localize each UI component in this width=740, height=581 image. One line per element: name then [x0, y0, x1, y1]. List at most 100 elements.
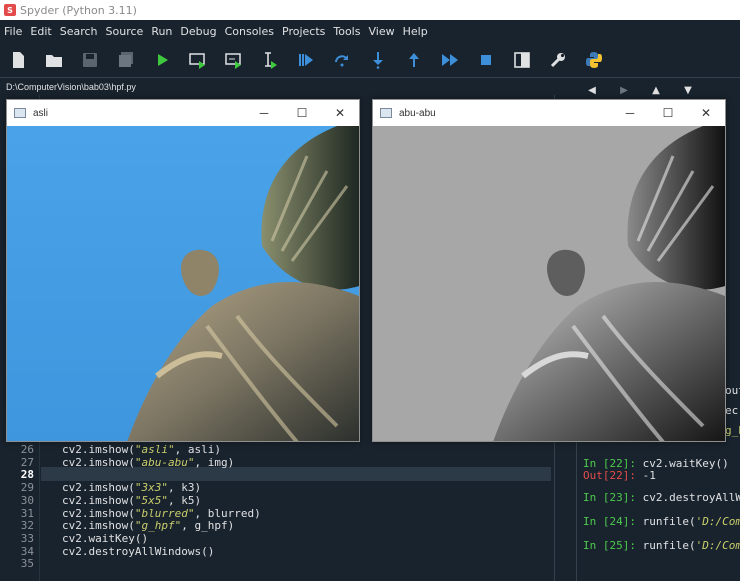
code-line[interactable]: cv2.imshow("asli", asli) [62, 443, 221, 456]
run-cell-icon[interactable] [180, 42, 216, 78]
forward-arrow-icon[interactable]: ▶ [608, 85, 640, 96]
maximize-icon[interactable]: ☐ [283, 100, 321, 126]
console-code: runfile( [635, 539, 696, 552]
line-number: 35 [20, 557, 34, 571]
python-icon[interactable] [576, 42, 612, 78]
continue-icon[interactable] [432, 42, 468, 78]
console-toolbar: ◀ ▶ ▲ ▼ [576, 79, 740, 101]
line-number: 32 [20, 519, 34, 533]
input-prompt: In [24]: [583, 515, 636, 528]
input-prompt: In [23]: [583, 491, 636, 504]
console-code: cv2.destroyAllWind [642, 491, 740, 504]
line-number: 26 [20, 443, 34, 456]
code-token: , k5) [167, 493, 202, 507]
line-number: 34 [20, 544, 34, 558]
window-icon [14, 108, 26, 118]
close-icon[interactable]: ✕ [321, 100, 359, 126]
menu-help[interactable]: Help [399, 25, 432, 38]
line-number: 33 [20, 531, 34, 545]
menu-file[interactable]: File [0, 25, 26, 38]
run-icon[interactable] [144, 42, 180, 78]
image-window-title: abu-abu [399, 107, 436, 119]
code-line[interactable]: cv2.imshow("blurred", blurred) [62, 507, 261, 520]
menu-debug[interactable]: Debug [176, 25, 220, 38]
code-line[interactable]: cv2.imshow("g_hpf", g_hpf) [62, 519, 234, 532]
window-title-bar: S Spyder (Python 3.11) [0, 0, 740, 20]
line-number: 29 [20, 481, 34, 495]
string-literal: "abu-abu" [134, 455, 195, 469]
string-literal: "asli" [134, 443, 175, 456]
save-icon[interactable] [72, 42, 108, 78]
code-line[interactable]: cv2.waitKey() [62, 532, 148, 545]
image-display-color [7, 126, 359, 441]
back-arrow-icon[interactable]: ◀ [576, 85, 608, 96]
code-token: cv2.imshow( [62, 481, 135, 495]
step-return-icon[interactable] [396, 42, 432, 78]
console-path-string: 'D:/Comput [695, 515, 740, 528]
code-token: cv2.imshow( [62, 506, 135, 520]
console-partial-text: outp [725, 384, 740, 397]
console-input-line: In [24]: runfile('D:/Comput [583, 515, 740, 528]
image-display-gray [373, 126, 725, 441]
console-partial-text: ecre [725, 404, 740, 417]
code-line[interactable]: cv2.imshow("3x3", k3) [62, 481, 201, 494]
code-token: , g_hpf) [181, 519, 235, 533]
code-token: , asli) [174, 443, 221, 456]
console-input-line: In [23]: cv2.destroyAllWind [583, 491, 740, 504]
menu-projects[interactable]: Projects [278, 25, 329, 38]
string-literal: "blurred" [134, 506, 195, 520]
menu-bar: File Edit Search Source Run Debug Consoles Proj… [0, 20, 740, 42]
maximize-pane-icon[interactable] [504, 42, 540, 78]
code-line[interactable]: cv2.destroyAllWindows() [62, 545, 214, 558]
maximize-icon[interactable]: ☐ [649, 100, 687, 126]
line-number: 31 [20, 506, 34, 520]
code-token: , blurred) [194, 506, 261, 520]
step-icon[interactable] [324, 42, 360, 78]
console-input-line: In [25]: runfile('D:/Comput [583, 539, 740, 552]
debug-cell-icon[interactable] [288, 42, 324, 78]
menu-view[interactable]: View [364, 25, 398, 38]
code-token: , k3) [167, 481, 202, 495]
image-window-abu-abu[interactable]: abu-abu ─ ☐ ✕ [372, 99, 726, 442]
image-window-title-bar[interactable]: asli ─ ☐ ✕ [7, 100, 359, 126]
window-icon [380, 108, 392, 118]
open-folder-icon[interactable] [36, 42, 72, 78]
code-token: , img) [194, 455, 235, 469]
run-selection-icon[interactable] [252, 42, 288, 78]
run-cell-advance-icon[interactable] [216, 42, 252, 78]
wrench-icon[interactable] [540, 42, 576, 78]
line-number: 30 [20, 493, 34, 507]
string-literal: "5x5" [134, 493, 168, 507]
menu-search[interactable]: Search [56, 25, 102, 38]
up-arrow-icon[interactable]: ▲ [640, 85, 672, 96]
spyder-app-icon: S [4, 4, 16, 16]
new-file-icon[interactable] [0, 42, 36, 78]
minimize-icon[interactable]: ─ [611, 100, 649, 126]
menu-consoles[interactable]: Consoles [221, 25, 278, 38]
menu-edit[interactable]: Edit [26, 25, 55, 38]
menu-run[interactable]: Run [147, 25, 176, 38]
code-token: cv2.imshow( [62, 493, 135, 507]
stop-icon[interactable] [468, 42, 504, 78]
console-code: runfile( [635, 515, 696, 528]
menu-source[interactable]: Source [102, 25, 148, 38]
save-all-icon[interactable] [108, 42, 144, 78]
console-code: -1 [635, 469, 656, 482]
window-title: Spyder (Python 3.11) [20, 3, 137, 17]
image-window-asli[interactable]: asli ─ ☐ ✕ [6, 99, 360, 442]
image-window-title-bar[interactable]: abu-abu ─ ☐ ✕ [373, 100, 725, 126]
step-into-icon[interactable] [360, 42, 396, 78]
string-literal: "g_hpf" [134, 519, 182, 533]
minimize-icon[interactable]: ─ [245, 100, 283, 126]
code-token: cv2.imshow( [62, 519, 135, 533]
line-number: 27 [20, 455, 34, 469]
code-line[interactable]: cv2.imshow("5x5", k5) [62, 494, 201, 507]
string-literal: "3x3" [134, 481, 168, 495]
code-line[interactable]: cv2.imshow("abu-abu", img) [62, 456, 234, 469]
close-icon[interactable]: ✕ [687, 100, 725, 126]
filter-icon[interactable]: ▼ [672, 85, 704, 96]
code-token: cv2.destroyAllWindows() [62, 544, 215, 558]
input-prompt: In [25]: [583, 539, 636, 552]
code-token: cv2.waitKey() [62, 531, 149, 545]
menu-tools[interactable]: Tools [329, 25, 364, 38]
